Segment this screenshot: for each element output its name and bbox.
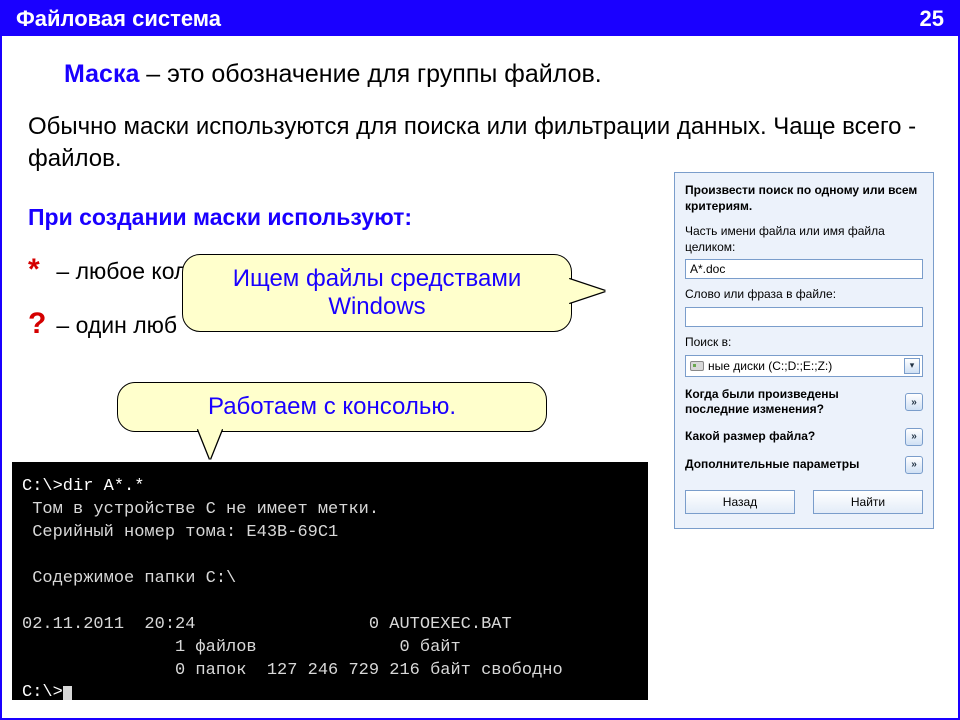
- expander-date[interactable]: Когда были произведены последние изменен…: [685, 387, 923, 418]
- console-line-5: Содержимое папки C:\: [22, 569, 236, 588]
- paragraph-usage: Обычно маски используются для поиска или…: [28, 111, 932, 176]
- callout-console-text: Работаем с консолью.: [208, 393, 456, 420]
- console-prompt: C:\>: [22, 683, 63, 700]
- expander-date-label: Когда были произведены последние изменен…: [685, 387, 899, 418]
- title-bar: Файловая система 25: [2, 2, 958, 36]
- callout-tail-icon: [569, 279, 605, 303]
- back-button[interactable]: Назад: [685, 490, 795, 514]
- console-line-8: 1 файлов 0 байт: [22, 638, 461, 657]
- drive-option: ные диски (C:;D:;E:;Z:): [690, 359, 832, 373]
- double-chevron-down-icon: »: [905, 428, 923, 446]
- term-mask: Маска: [64, 60, 139, 88]
- bullet-question-text: – один люб: [50, 312, 177, 338]
- callout-windows-text: Ищем файлы средствами Windows: [233, 265, 522, 320]
- console-line-3: Серийный номер тома: E43B-69C1: [22, 523, 338, 542]
- find-button[interactable]: Найти: [813, 490, 923, 514]
- callout-tail-icon: [198, 429, 222, 459]
- console-line-2: Том в устройстве C не имеет метки.: [22, 500, 379, 519]
- expander-size[interactable]: Какой размер файла? »: [685, 428, 923, 446]
- location-select[interactable]: ные диски (C:;D:;E:;Z:) ▾: [685, 355, 923, 377]
- console-line-9: 0 папок 127 246 729 216 байт свободно: [22, 661, 563, 680]
- location-value: ные диски (C:;D:;E:;Z:): [708, 359, 832, 373]
- button-row: Назад Найти: [685, 490, 923, 514]
- console-window: C:\>dir A*.* Том в устройстве C не имеет…: [12, 462, 648, 700]
- callout-console: Работаем с консолью.: [117, 382, 547, 432]
- slide-title: Файловая система: [16, 6, 221, 32]
- expander-advanced[interactable]: Дополнительные параметры »: [685, 456, 923, 474]
- hard-drive-icon: [690, 361, 704, 371]
- expander-size-label: Какой размер файла?: [685, 429, 815, 445]
- expander-advanced-label: Дополнительные параметры: [685, 457, 859, 473]
- callout-windows-search: Ищем файлы средствами Windows: [182, 254, 572, 332]
- question-symbol: ?: [28, 297, 50, 351]
- windows-search-panel: Произвести поиск по одному или всем крит…: [674, 172, 934, 529]
- asterisk-symbol: *: [28, 243, 50, 297]
- lead-sentence: Маска – это обозначение для группы файло…: [64, 60, 932, 89]
- lead-rest: – это обозначение для группы файлов.: [139, 60, 601, 88]
- console-line-7: 02.11.2011 20:24 0 AUTOEXEC.BAT: [22, 615, 512, 634]
- filename-label: Часть имени файла или имя файла целиком:: [685, 224, 923, 255]
- chevron-down-icon[interactable]: ▾: [904, 358, 920, 374]
- location-label: Поиск в:: [685, 335, 923, 351]
- double-chevron-down-icon: »: [905, 456, 923, 474]
- filename-input[interactable]: [685, 259, 923, 279]
- search-header: Произвести поиск по одному или всем крит…: [685, 183, 923, 214]
- phrase-label: Слово или фраза в файле:: [685, 287, 923, 303]
- slide-number: 25: [920, 6, 944, 32]
- phrase-input[interactable]: [685, 307, 923, 327]
- console-line-1: C:\>dir A*.*: [22, 477, 144, 496]
- double-chevron-down-icon: »: [905, 393, 923, 411]
- cursor-icon: [63, 686, 72, 700]
- slide: Файловая система 25 Маска – это обозначе…: [0, 0, 960, 720]
